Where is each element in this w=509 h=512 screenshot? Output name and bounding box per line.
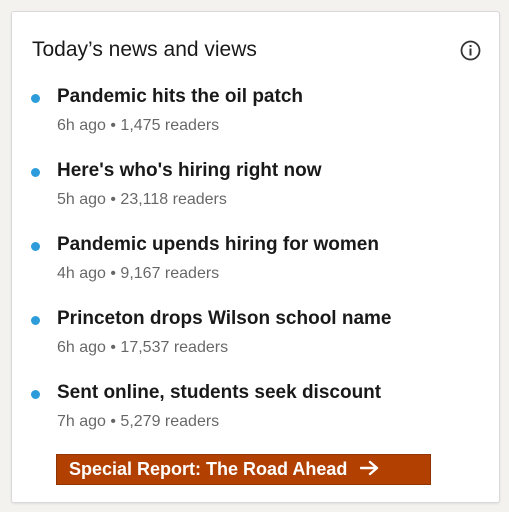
news-meta: 5h ago • 23,118 readers [57,191,227,208]
news-meta: 7h ago • 5,279 readers [57,413,220,430]
news-meta: 4h ago • 9,167 readers [57,265,220,282]
news-card: Today’s news and views Pandemic hits the… [11,11,500,503]
bullet-icon [31,316,40,325]
arrow-right-icon [360,456,380,485]
bullet-icon [31,168,40,177]
news-meta: 6h ago • 1,475 readers [57,117,220,134]
news-item[interactable]: Here's who's hiring right now 5h ago • 2… [12,158,499,232]
news-item[interactable]: Princeton drops Wilson school name 6h ag… [12,306,499,380]
news-headline[interactable]: Pandemic hits the oil patch [57,84,303,110]
special-report-label: Special Report: The Road Ahead [69,459,348,479]
card-title: Today’s news and views [32,38,257,61]
news-headline[interactable]: Princeton drops Wilson school name [57,306,392,332]
bullet-icon [31,242,40,251]
news-meta: 6h ago • 17,537 readers [57,339,229,356]
news-item[interactable]: Pandemic hits the oil patch 6h ago • 1,4… [12,84,499,158]
news-headline[interactable]: Sent online, students seek discount [57,380,381,406]
bullet-icon [31,94,40,103]
news-headline[interactable]: Here's who's hiring right now [57,158,322,184]
news-list: Pandemic hits the oil patch 6h ago • 1,4… [12,84,499,454]
news-headline[interactable]: Pandemic upends hiring for women [57,232,379,258]
news-item[interactable]: Sent online, students seek discount 7h a… [12,380,499,454]
news-item[interactable]: Pandemic upends hiring for women 4h ago … [12,232,499,306]
special-report-link[interactable]: Special Report: The Road Ahead [56,454,431,485]
bullet-icon [31,390,40,399]
info-icon[interactable] [460,40,481,61]
